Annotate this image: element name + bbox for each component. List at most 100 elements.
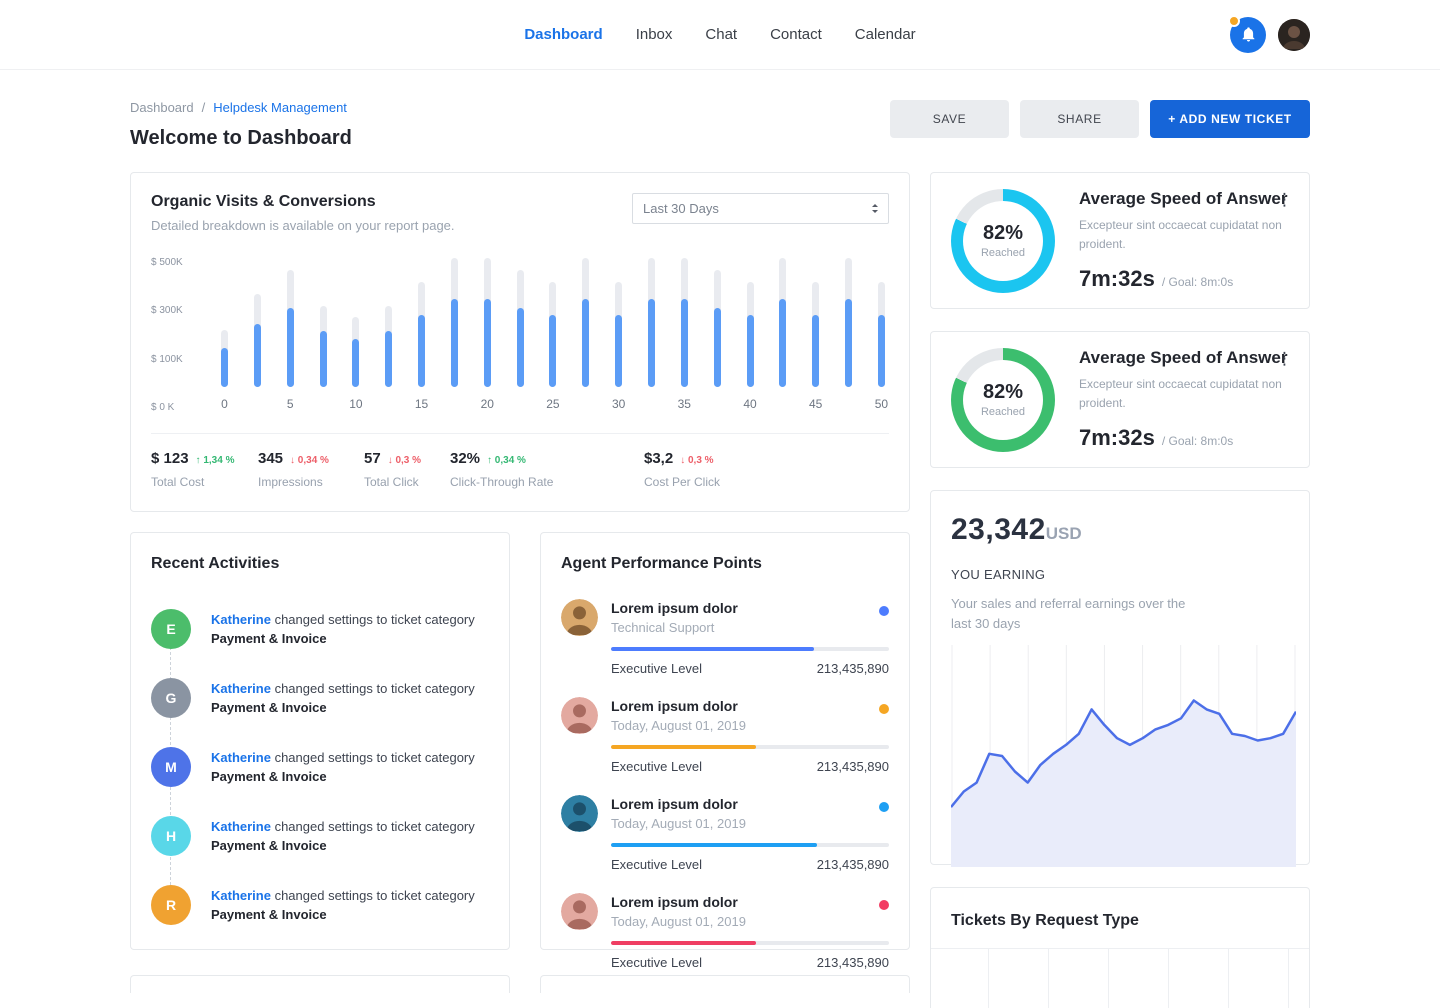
tickets-card-title: Tickets By Request Type (951, 912, 1289, 930)
agent-name: Lorem ipsum dolor (611, 600, 738, 616)
bar-total (418, 282, 425, 387)
status-dot (879, 900, 889, 910)
activity-line-1: Katherine changed settings to ticket cat… (211, 679, 475, 698)
kebab-menu-icon[interactable]: ⋮ (1272, 346, 1297, 371)
breadcrumb-dashboard[interactable]: Dashboard (130, 100, 194, 115)
add-new-ticket-button[interactable]: + ADD NEW TICKET (1150, 100, 1310, 138)
y-tick-label: $ 300K (151, 305, 209, 316)
bar-fill (221, 348, 228, 387)
share-button[interactable]: SHARE (1020, 100, 1139, 138)
kpi-delta: ↓ 0,3 % (388, 455, 421, 466)
ring-percent-label: Reached (981, 247, 1025, 259)
agent-avatar (561, 599, 598, 636)
bar-total (320, 306, 327, 387)
agent-points: 213,435,890 (817, 955, 889, 970)
kpi-label: Total Cost (151, 475, 248, 489)
agent-top-row: Lorem ipsum dolorToday, August 01, 2019 (561, 893, 889, 930)
kpi-label: Cost Per Click (644, 475, 879, 489)
progress-ring-cyan: 82% Reached (951, 189, 1055, 293)
progress-ring-green: 82% Reached (951, 348, 1055, 452)
activity-actor-link[interactable]: Katherine (211, 612, 271, 627)
kpi-value: 57 (364, 450, 381, 467)
bar-fill (681, 299, 688, 387)
activity-item: EKatherine changed settings to ticket ca… (151, 609, 489, 649)
activity-actor-link[interactable]: Katherine (211, 750, 271, 765)
bar-total (779, 258, 786, 387)
bar-total (615, 282, 622, 387)
bar-total (352, 317, 359, 387)
organic-visits-card: Organic Visits & Conversions Detailed br… (130, 172, 910, 512)
activity-actor-link[interactable]: Katherine (211, 819, 271, 834)
x-tick-label: 0 (221, 397, 228, 411)
nav-item-inbox[interactable]: Inbox (636, 26, 673, 43)
bar: 45 (812, 282, 819, 387)
activity-line-1: Katherine changed settings to ticket cat… (211, 610, 475, 629)
bar: 35 (681, 258, 688, 387)
activity-actor-link[interactable]: Katherine (211, 681, 271, 696)
x-tick-label: 30 (612, 397, 625, 411)
x-tick-label: 10 (349, 397, 362, 411)
agent-progress-bar (611, 843, 889, 847)
main-nav: Dashboard Inbox Chat Contact Calendar (524, 26, 915, 43)
x-tick-label: 50 (875, 397, 888, 411)
agent-name: Lorem ipsum dolor (611, 894, 746, 910)
bar (845, 258, 852, 387)
breadcrumb-helpdesk-management[interactable]: Helpdesk Management (213, 100, 347, 115)
right-column: ⋮ 82% Reached Average Speed of Answer Ex… (930, 172, 1310, 1008)
status-dot (879, 802, 889, 812)
earnings-amount: 23,342 (951, 513, 1046, 547)
bar: 5 (287, 270, 294, 387)
ring-percent-label: Reached (981, 406, 1025, 418)
agent-subtitle: Technical Support (611, 620, 738, 635)
agent-performance-card: Agent Performance Points Lorem ipsum dol… (540, 532, 910, 950)
bar: 40 (747, 282, 754, 387)
activity-category: Payment & Invoice (211, 698, 475, 717)
breadcrumb: Dashboard / Helpdesk Management (130, 100, 352, 115)
kpi-delta: ↓ 0,3 % (680, 455, 713, 466)
bar-total (254, 294, 261, 387)
nav-item-chat[interactable]: Chat (705, 26, 737, 43)
nav-item-calendar[interactable]: Calendar (855, 26, 916, 43)
avg-speed-desc: Excepteur sint occaecat cupidatat non pr… (1079, 375, 1324, 412)
avg-speed-card-2: ⋮ 82% Reached Average Speed of Answer Ex… (930, 331, 1310, 468)
agent-level-row: Executive Level 213,435,890 (611, 857, 889, 872)
kebab-menu-icon[interactable]: ⋮ (1272, 187, 1297, 212)
user-avatar[interactable] (1278, 19, 1310, 51)
period-select[interactable]: Last 30 Days (632, 193, 889, 224)
nav-item-dashboard[interactable]: Dashboard (524, 26, 602, 43)
left-column: Organic Visits & Conversions Detailed br… (130, 172, 910, 993)
avg-speed-value: 7m:32s (1079, 425, 1155, 451)
activity-text: Katherine changed settings to ticket cat… (211, 885, 475, 924)
nav-item-contact[interactable]: Contact (770, 26, 822, 43)
save-button[interactable]: SAVE (890, 100, 1009, 138)
activity-actor-link[interactable]: Katherine (211, 888, 271, 903)
bar: 50 (878, 282, 885, 387)
bar-fill (287, 308, 294, 387)
organic-card-title: Organic Visits & Conversions (151, 193, 455, 211)
agent-progress-fill (611, 745, 756, 749)
agent-name: Lorem ipsum dolor (611, 796, 746, 812)
organic-card-subtitle: Detailed breakdown is available on your … (151, 218, 455, 233)
bar-fill (615, 315, 622, 387)
activity-text: Katherine changed settings to ticket cat… (211, 816, 475, 855)
notifications-button[interactable] (1230, 17, 1266, 53)
agent-avatar (561, 795, 598, 832)
bar: 15 (418, 282, 425, 387)
agent-level-label: Executive Level (611, 857, 702, 872)
agent-avatar (561, 893, 598, 930)
bar-total (385, 306, 392, 387)
bar-total (845, 258, 852, 387)
bar (648, 258, 655, 387)
bar: 10 (352, 317, 359, 387)
recent-activities-title: Recent Activities (151, 555, 489, 573)
agent-points: 213,435,890 (817, 857, 889, 872)
top-navigation-bar: Dashboard Inbox Chat Contact Calendar (0, 0, 1440, 70)
kpi-delta: ↑ 0,34 % (487, 455, 526, 466)
bar: 25 (549, 282, 556, 387)
bar-fill (549, 315, 556, 387)
bar-fill (714, 308, 721, 387)
bar-fill (845, 299, 852, 387)
ring-percent: 82% (983, 222, 1023, 245)
activity-item: RKatherine changed settings to ticket ca… (151, 885, 489, 925)
header-icons (1230, 17, 1310, 53)
